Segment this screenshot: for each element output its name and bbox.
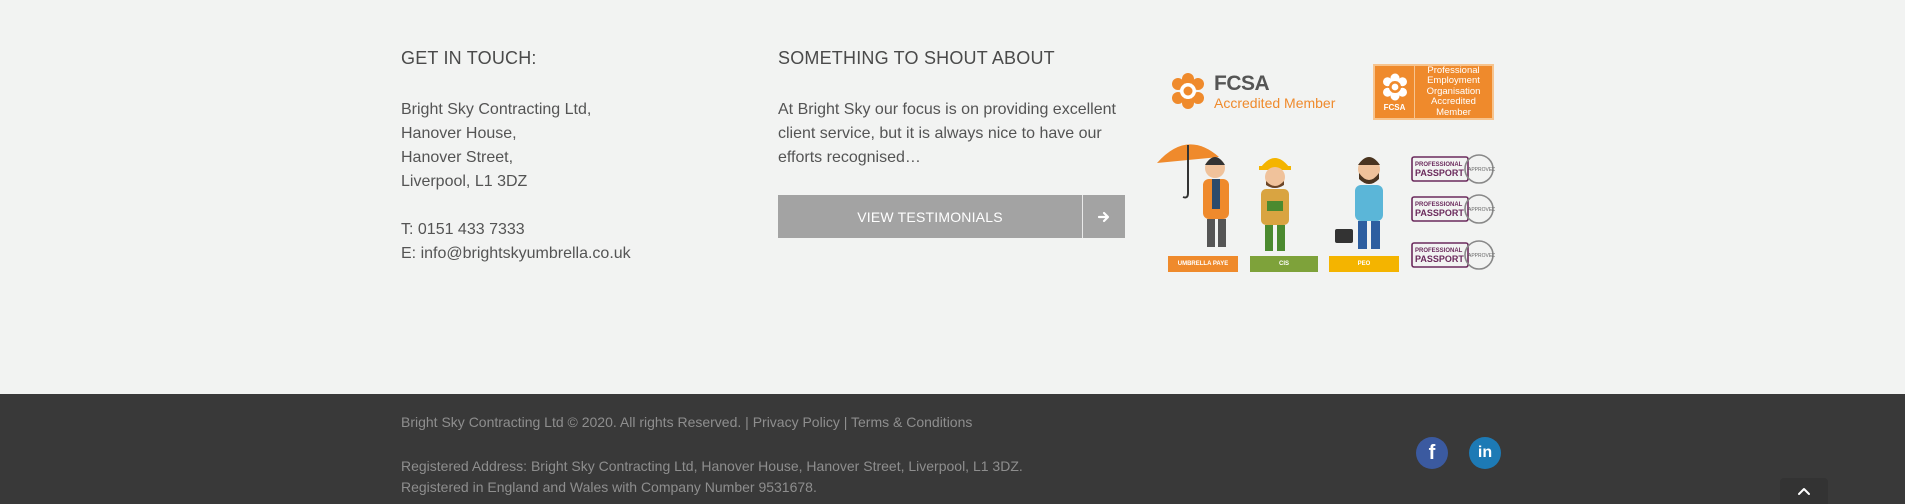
view-testimonials-button[interactable]: VIEW TESTIMONIALS xyxy=(778,195,1125,238)
company-number: Registered in England and Wales with Com… xyxy=(401,479,817,495)
address-line: Bright Sky Contracting Ltd, xyxy=(401,101,592,118)
figure-tag-peo: PEO xyxy=(1329,256,1399,272)
fcsa-accredited-member-logo: FCSA Accredited Member xyxy=(1168,68,1348,114)
peo-line: Member xyxy=(1436,106,1471,118)
contact-address-block: Bright Sky Contracting Ltd, Hanover Hous… xyxy=(401,98,631,266)
facebook-glyph: f xyxy=(1428,441,1436,464)
shout-heading: SOMETHING TO SHOUT ABOUT xyxy=(778,48,1055,68)
fcsa-subtitle: Accredited Member xyxy=(1214,94,1336,111)
privacy-policy-link[interactable]: Privacy Policy xyxy=(753,414,840,430)
registered-info: Registered Address: Bright Sky Contracti… xyxy=(401,456,1023,498)
link-separator: | xyxy=(843,414,848,430)
svg-text:PASSPORT: PASSPORT xyxy=(1415,208,1464,218)
svg-text:APPROVED: APPROVED xyxy=(1468,167,1495,173)
svg-text:PASSPORT: PASSPORT xyxy=(1415,254,1464,264)
chevron-up-icon xyxy=(1798,488,1810,495)
registered-address: Registered Address: Bright Sky Contracti… xyxy=(401,458,1023,474)
back-to-top-button[interactable] xyxy=(1780,478,1828,504)
address-line: Hanover House, xyxy=(401,125,517,142)
fcsa-flower-icon xyxy=(1382,73,1407,101)
address-line: Hanover Street, xyxy=(401,149,514,166)
professional-passport-stamp: PROFESSIONAL PASSPORT APPROVED xyxy=(1411,193,1496,225)
svg-text:APPROVED: APPROVED xyxy=(1468,253,1495,259)
fcsa-flower-icon xyxy=(1172,73,1204,109)
facebook-icon[interactable]: f xyxy=(1416,437,1448,469)
terms-conditions-link[interactable]: Terms & Conditions xyxy=(851,414,972,430)
view-testimonials-label: VIEW TESTIMONIALS xyxy=(778,195,1083,238)
copyright-line: Bright Sky Contracting Ltd © 2020. All r… xyxy=(401,414,972,430)
copyright-text: Bright Sky Contracting Ltd © 2020. All r… xyxy=(401,414,749,430)
fcsa-title: FCSA xyxy=(1214,71,1270,95)
phone-text: T: 0151 433 7333 xyxy=(401,221,525,238)
linkedin-glyph: in xyxy=(1477,444,1493,461)
email-text[interactable]: E: info@brightskyumbrella.co.uk xyxy=(401,242,631,266)
footer-widgets-area: GET IN TOUCH: Bright Sky Contracting Ltd… xyxy=(0,0,1905,394)
professional-passport-stamp: PROFESSIONAL PASSPORT APPROVED xyxy=(1411,153,1496,185)
figure-tag-umbrella: UMBRELLA PAYE xyxy=(1168,256,1238,272)
businessman-icon xyxy=(1335,157,1383,249)
linkedin-icon[interactable]: in xyxy=(1469,437,1501,469)
arrow-right-icon xyxy=(1083,195,1125,238)
address-line: Liverpool, L1 3DZ xyxy=(401,173,528,190)
professional-passport-stamp: PROFESSIONAL PASSPORT APPROVED xyxy=(1411,239,1496,271)
fcsa-peo-badge: FCSA Professional Employment Organisatio… xyxy=(1373,64,1494,120)
peo-badge-label: FCSA xyxy=(1383,103,1406,112)
svg-text:APPROVED: APPROVED xyxy=(1468,207,1495,213)
construction-worker-icon xyxy=(1259,158,1291,251)
umbrella-man-icon xyxy=(1157,144,1229,247)
svg-text:PASSPORT: PASSPORT xyxy=(1415,168,1464,178)
service-figures-illustration: UMBRELLA PAYE CIS PEO PROFESSIONAL PASSP… xyxy=(1155,135,1500,275)
contact-heading: GET IN TOUCH: xyxy=(401,48,537,68)
figure-tag-cis: CIS xyxy=(1250,256,1318,272)
shout-text: At Bright Sky our focus is on providing … xyxy=(778,101,1116,166)
